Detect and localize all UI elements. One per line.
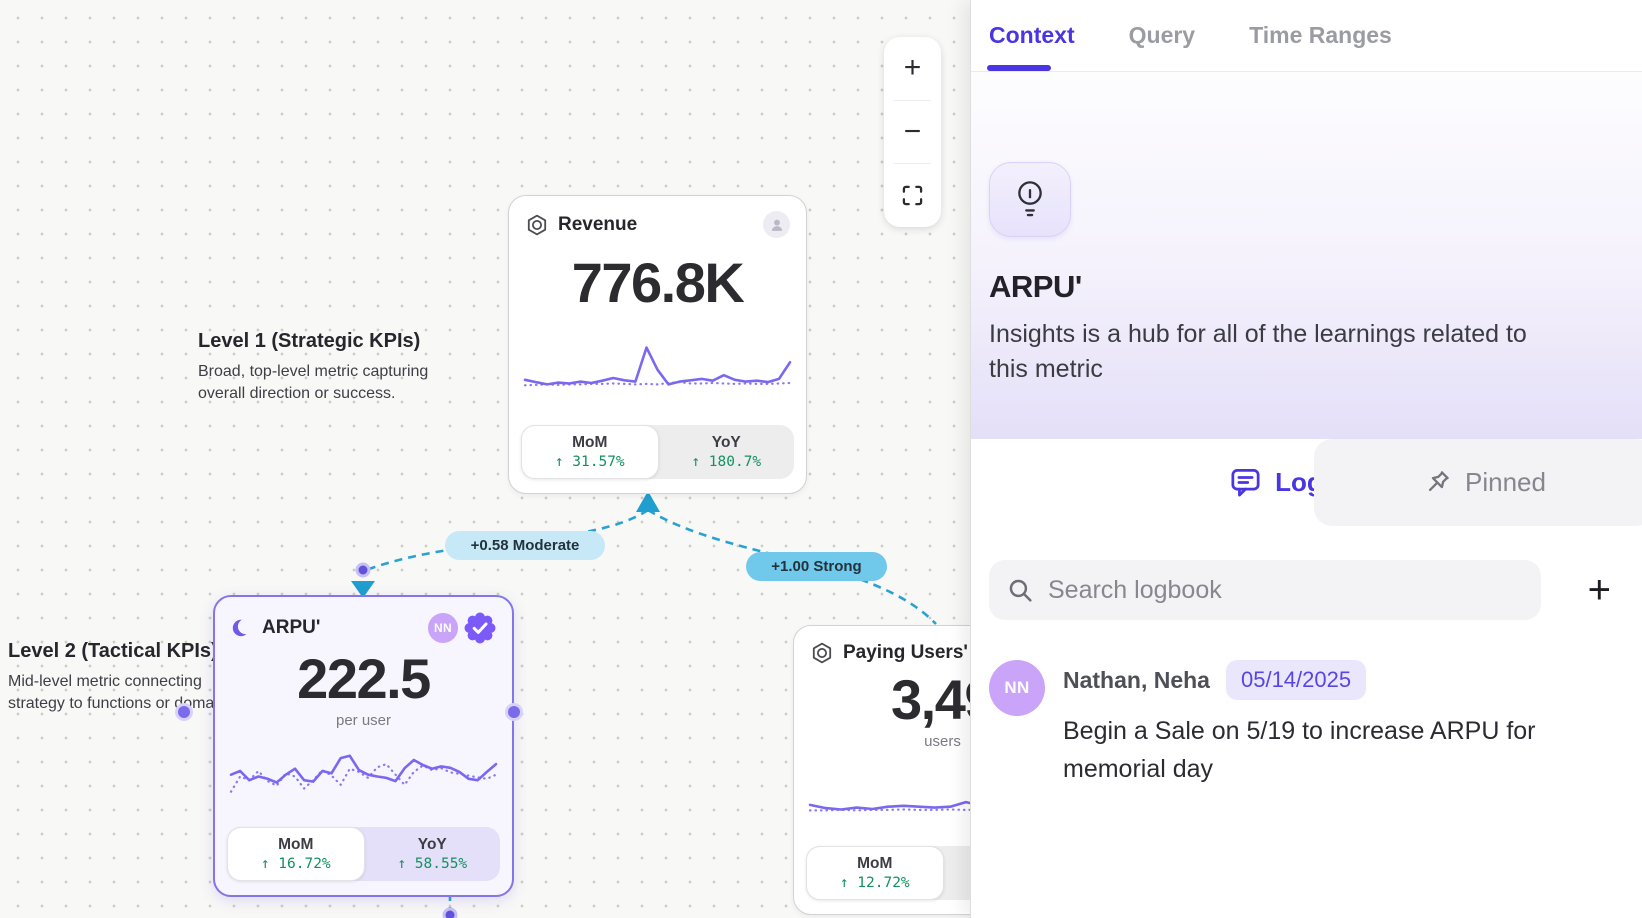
level-1-desc-line1: Broad, top-level metric capturing — [198, 363, 428, 380]
yoy-segment[interactable]: YoY ↑ 58.55% — [365, 827, 501, 881]
paying-users-sparkline — [806, 764, 971, 820]
period-toggle: MoM ↑ 12.72% YoY — [806, 846, 971, 900]
metric-unit: users — [794, 733, 971, 750]
level-2-desc-line1: Mid-level metric connecting — [8, 673, 202, 690]
mom-value: ↑ 16.72% — [261, 856, 331, 872]
logbook-entry[interactable]: NN Nathan, Neha 05/14/2025 Begin a Sale … — [989, 660, 1625, 788]
fit-view-icon — [902, 185, 923, 206]
yoy-segment[interactable]: YoY ↑ 180.7% — [659, 425, 795, 479]
panel-metric-title: ARPU' — [989, 269, 1625, 305]
entry-author: Nathan, Neha — [1063, 667, 1210, 694]
metric-value: 222.5 — [215, 648, 512, 710]
entry-text: Begin a Sale on 5/19 to increase ARPU fo… — [1063, 712, 1563, 788]
active-tab-indicator — [987, 65, 1051, 71]
metric-card-revenue[interactable]: Revenue 776.8K MoM ↑ 31.57% YoY ↑ 180.7% — [508, 195, 807, 494]
owner-avatar-icon[interactable] — [763, 211, 790, 238]
mom-label: MoM — [857, 855, 892, 873]
card-title: Paying Users' — [843, 642, 968, 664]
metric-tree-canvas[interactable]: Level 1 (Strategic KPIs) Broad, top-leve… — [0, 0, 971, 918]
entry-avatar: NN — [989, 660, 1045, 716]
fit-view-button[interactable] — [884, 164, 941, 227]
metric-value: 776.8K — [509, 252, 806, 314]
yoy-value: ↑ 180.7% — [691, 454, 761, 470]
tab-context[interactable]: Context — [989, 22, 1075, 49]
search-icon — [1007, 577, 1034, 604]
card-title: ARPU' — [262, 617, 320, 639]
logbook-toolbar: Search logbook + — [989, 560, 1625, 620]
canvas-zoom-controls: + − — [884, 37, 941, 227]
yoy-label: YoY — [712, 434, 741, 452]
edge-endpoint-dot — [444, 909, 456, 918]
level-1-desc-line2: overall direction or success. — [198, 385, 395, 402]
mom-segment[interactable]: MoM ↑ 31.57% — [521, 425, 659, 479]
pin-icon — [1422, 468, 1452, 498]
edge-endpoint-dot — [357, 564, 369, 576]
arpu-right-handle[interactable] — [508, 706, 520, 718]
yoy-label: YoY — [418, 836, 447, 854]
insight-tile — [989, 162, 1071, 237]
panel-tab-bar: Context Query Time Ranges — [971, 0, 1642, 72]
mom-label: MoM — [572, 434, 607, 452]
logbook-pinned-tabs: Logbook Pinned — [971, 439, 1642, 526]
zoom-in-button[interactable]: + — [884, 37, 941, 100]
mom-segment[interactable]: MoM ↑ 16.72% — [227, 827, 365, 881]
mom-value: ↑ 12.72% — [840, 875, 910, 891]
entry-date-badge[interactable]: 05/14/2025 — [1226, 660, 1366, 700]
level-2-title: Level 2 (Tactical KPIs) — [8, 640, 239, 663]
level-1-annotation: Level 1 (Strategic KPIs) Broad, top-leve… — [198, 330, 428, 405]
arrowhead-into-revenue — [636, 491, 660, 512]
level-2-annotation: Level 2 (Tactical KPIs) Mid-level metric… — [8, 640, 239, 715]
period-toggle: MoM ↑ 31.57% YoY ↑ 180.7% — [521, 425, 794, 479]
search-placeholder: Search logbook — [1048, 576, 1222, 605]
logbook-comment-icon — [1229, 466, 1262, 499]
arpu-sparkline — [227, 743, 500, 799]
tab-time-ranges[interactable]: Time Ranges — [1249, 22, 1392, 49]
person-icon — [768, 216, 786, 234]
subtab-pinned-label: Pinned — [1465, 467, 1546, 498]
panel-metric-description: Insights is a hub for all of the learnin… — [989, 317, 1565, 387]
correlation-label-strong[interactable]: +1.00 Strong — [746, 552, 887, 581]
lightbulb-icon — [1010, 178, 1050, 222]
metric-unit: per user — [215, 712, 512, 729]
assignee-avatar[interactable]: NN — [428, 613, 458, 643]
mom-label: MoM — [278, 836, 313, 854]
context-panel: Context Query Time Ranges ARPU' Insights… — [970, 0, 1642, 918]
metric-context-header: ARPU' Insights is a hub for all of the l… — [971, 72, 1642, 439]
mom-segment[interactable]: MoM ↑ 12.72% — [806, 846, 944, 900]
revenue-sparkline — [521, 338, 794, 394]
yoy-value: ↑ 58.55% — [397, 856, 467, 872]
zoom-out-button[interactable]: − — [884, 101, 941, 164]
yoy-segment[interactable]: YoY — [944, 846, 972, 900]
period-toggle: MoM ↑ 16.72% YoY ↑ 58.55% — [227, 827, 500, 881]
metric-value: 3,49 — [794, 669, 971, 731]
metric-card-paying-users[interactable]: Paying Users' 3,49 users MoM ↑ 12.72% Yo… — [793, 625, 971, 915]
crescent-moon-icon — [231, 617, 253, 639]
tab-query[interactable]: Query — [1129, 22, 1195, 49]
level-2-desc-line2: strategy to functions or domains. — [8, 695, 239, 712]
search-logbook-input[interactable]: Search logbook — [989, 560, 1541, 620]
metric-card-arpu[interactable]: ARPU' NN 222.5 per user MoM ↑ 16.72% — [213, 595, 514, 897]
metric-hexagon-icon — [525, 213, 549, 237]
metric-hexagon-icon — [810, 641, 834, 665]
add-log-entry-button[interactable]: + — [1588, 570, 1611, 610]
verified-badge-icon[interactable] — [464, 612, 496, 644]
mom-value: ↑ 31.57% — [555, 454, 625, 470]
subtab-pinned[interactable]: Pinned — [1314, 439, 1642, 526]
card-title: Revenue — [558, 214, 637, 236]
correlation-label-moderate[interactable]: +0.58 Moderate — [445, 531, 605, 560]
level-1-title: Level 1 (Strategic KPIs) — [198, 330, 428, 353]
arpu-left-handle[interactable] — [178, 706, 190, 718]
